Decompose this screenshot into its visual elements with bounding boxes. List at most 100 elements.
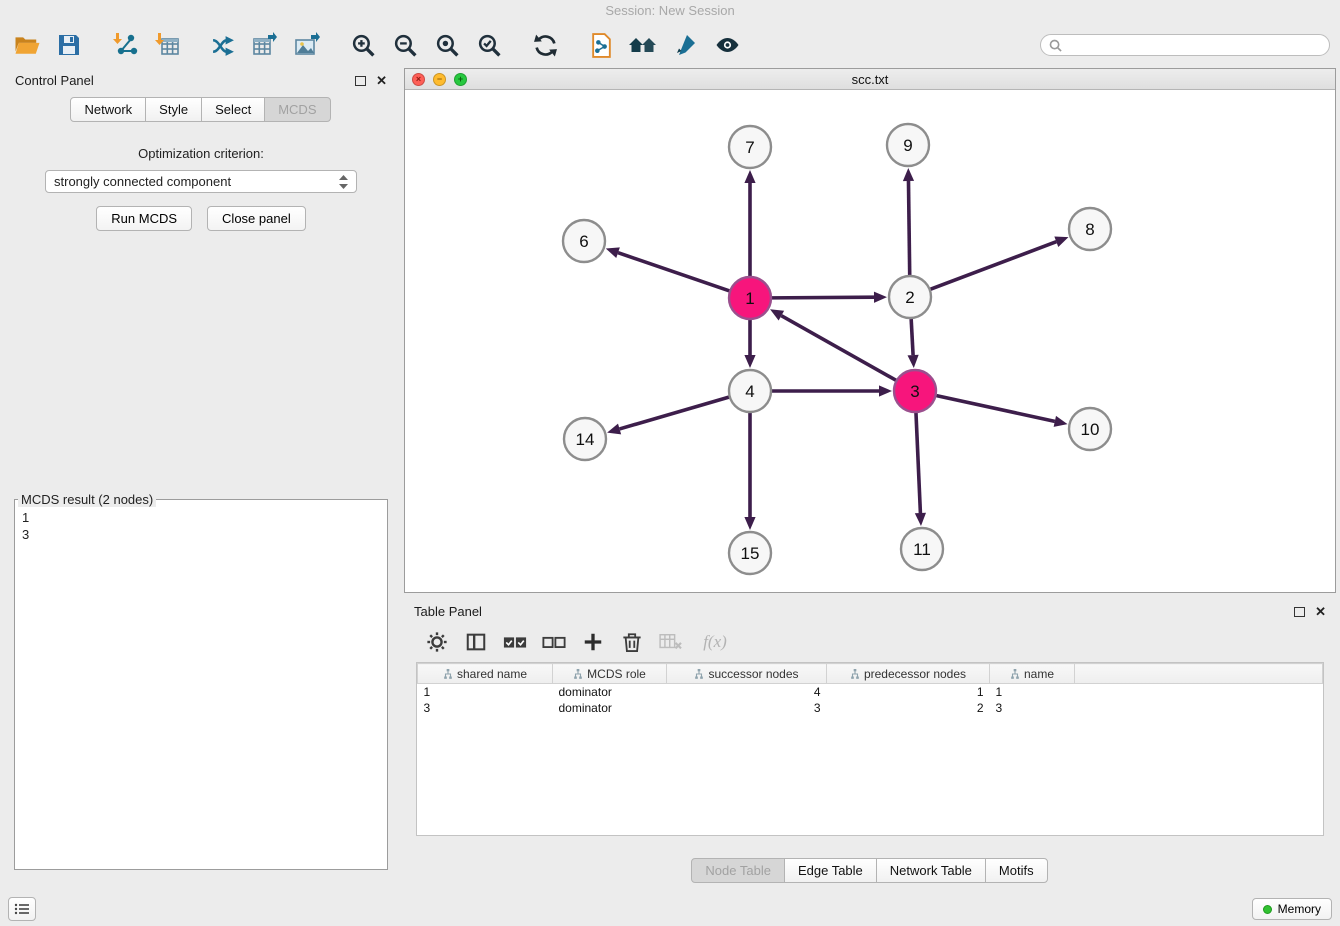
graph-edge-3-11[interactable] bbox=[915, 413, 926, 526]
graph-node-8[interactable]: 8 bbox=[1069, 208, 1111, 250]
graph-edge-4-15[interactable] bbox=[744, 413, 755, 530]
optimization-criterion-value: strongly connected component bbox=[54, 174, 339, 189]
table-row[interactable]: 3dominator323 bbox=[418, 700, 1323, 716]
graph-edge-1-7[interactable] bbox=[744, 170, 755, 276]
column-header-predecessor-nodes[interactable]: predecessor nodes bbox=[827, 664, 990, 684]
unselect-all-columns-button[interactable] bbox=[541, 629, 567, 655]
close-panel-button[interactable]: Close panel bbox=[207, 206, 306, 231]
tab-network[interactable]: Network bbox=[70, 97, 146, 122]
graph-node-15[interactable]: 15 bbox=[729, 532, 771, 574]
tab-mcds[interactable]: MCDS bbox=[264, 97, 330, 122]
search-input[interactable] bbox=[1067, 37, 1321, 53]
export-table-button[interactable] bbox=[244, 25, 286, 65]
zoom-in-button[interactable] bbox=[342, 25, 384, 65]
table-row[interactable]: 1dominator411 bbox=[418, 684, 1323, 700]
graph-edge-1-2[interactable] bbox=[772, 292, 887, 303]
show-all-button[interactable] bbox=[622, 25, 664, 65]
import-table-button[interactable] bbox=[146, 25, 188, 65]
graph-node-11[interactable]: 11 bbox=[901, 528, 943, 570]
table-tab-network-table[interactable]: Network Table bbox=[876, 858, 986, 883]
clone-network-icon bbox=[589, 33, 614, 58]
graph-node-6[interactable]: 6 bbox=[563, 220, 605, 262]
import-network-button[interactable] bbox=[104, 25, 146, 65]
svg-text:10: 10 bbox=[1081, 420, 1100, 439]
graph-node-4[interactable]: 4 bbox=[729, 370, 771, 412]
column-header-name[interactable]: name bbox=[990, 664, 1075, 684]
graph-edge-2-8[interactable] bbox=[931, 236, 1069, 289]
graph-edge-2-9[interactable] bbox=[903, 168, 914, 275]
graph-edge-1-6[interactable] bbox=[606, 247, 729, 290]
column-header-shared-name[interactable]: shared name bbox=[418, 664, 553, 684]
optimization-criterion-select[interactable]: strongly connected component bbox=[45, 170, 357, 193]
save-session-button[interactable] bbox=[48, 25, 90, 65]
run-mcds-button[interactable]: Run MCDS bbox=[96, 206, 192, 231]
table-tab-edge-table[interactable]: Edge Table bbox=[784, 858, 877, 883]
graph-node-14[interactable]: 14 bbox=[564, 418, 606, 460]
graph-node-1[interactable]: 1 bbox=[729, 277, 771, 319]
memory-status-icon bbox=[1263, 905, 1272, 914]
window-title: Session: New Session bbox=[605, 3, 734, 18]
float-table-panel-icon[interactable] bbox=[1294, 607, 1305, 617]
tab-style[interactable]: Style bbox=[145, 97, 202, 122]
style-brush-icon bbox=[673, 33, 697, 57]
select-all-columns-button[interactable] bbox=[502, 629, 528, 655]
float-panel-icon[interactable] bbox=[355, 76, 366, 86]
column-header-successor-nodes[interactable]: successor nodes bbox=[667, 664, 827, 684]
window-close-icon[interactable]: × bbox=[412, 73, 425, 86]
network-view-title: scc.txt bbox=[405, 72, 1335, 87]
export-image-icon bbox=[294, 32, 320, 58]
window-zoom-icon[interactable]: + bbox=[454, 73, 467, 86]
graph-edge-4-14[interactable] bbox=[607, 397, 729, 434]
close-panel-icon[interactable]: ✕ bbox=[376, 74, 387, 87]
graph-node-7[interactable]: 7 bbox=[729, 126, 771, 168]
new-network-button[interactable] bbox=[202, 25, 244, 65]
zoom-out-button[interactable] bbox=[384, 25, 426, 65]
eye-icon bbox=[714, 33, 741, 57]
table-panel-tabs: Node TableEdge TableNetwork TableMotifs bbox=[404, 858, 1336, 883]
table-tab-node-table[interactable]: Node Table bbox=[691, 858, 785, 883]
graph-node-9[interactable]: 9 bbox=[887, 124, 929, 166]
graph-node-10[interactable]: 10 bbox=[1069, 408, 1111, 450]
style-brush-button[interactable] bbox=[664, 25, 706, 65]
task-history-button[interactable] bbox=[8, 897, 36, 921]
memory-button[interactable]: Memory bbox=[1252, 898, 1332, 920]
table-tab-motifs[interactable]: Motifs bbox=[985, 858, 1048, 883]
open-session-button[interactable] bbox=[6, 25, 48, 65]
tab-select[interactable]: Select bbox=[201, 97, 265, 122]
zoom-selected-button[interactable] bbox=[468, 25, 510, 65]
clone-network-button[interactable] bbox=[580, 25, 622, 65]
table-panel: Table Panel ✕ bbox=[404, 599, 1336, 890]
graph-edge-2-3[interactable] bbox=[907, 319, 918, 368]
list-icon bbox=[14, 903, 30, 915]
toolbar-search[interactable] bbox=[1040, 34, 1330, 56]
control-panel-tabs: NetworkStyleSelectMCDS bbox=[5, 97, 397, 122]
close-table-panel-icon[interactable]: ✕ bbox=[1315, 605, 1326, 618]
delete-columns-button[interactable] bbox=[619, 629, 645, 655]
graph-edge-3-10[interactable] bbox=[936, 396, 1067, 427]
new-network-icon bbox=[211, 33, 236, 58]
zoom-selected-icon bbox=[477, 33, 502, 58]
columns-icon bbox=[465, 631, 487, 653]
delete-table-icon bbox=[659, 632, 683, 652]
toggle-visibility-button[interactable] bbox=[706, 25, 748, 65]
zoom-out-icon bbox=[393, 33, 418, 58]
svg-text:8: 8 bbox=[1085, 220, 1094, 239]
add-column-button[interactable] bbox=[580, 629, 606, 655]
apply-layout-button[interactable] bbox=[524, 25, 566, 65]
window-minimize-icon[interactable]: − bbox=[433, 73, 446, 86]
graph-edge-3-1[interactable] bbox=[770, 309, 896, 380]
graph-edge-4-3[interactable] bbox=[772, 385, 892, 396]
optimization-criterion-label: Optimization criterion: bbox=[5, 146, 397, 161]
graph-node-2[interactable]: 2 bbox=[889, 276, 931, 318]
network-canvas[interactable]: 7 9 6 8 1 2 4 3 14 10 15 11 bbox=[405, 90, 1335, 592]
table-settings-button[interactable] bbox=[424, 629, 450, 655]
show-column-button[interactable] bbox=[463, 629, 489, 655]
svg-text:7: 7 bbox=[745, 138, 754, 157]
graph-edge-1-4[interactable] bbox=[744, 320, 755, 368]
tree-icon bbox=[443, 669, 453, 679]
export-image-button[interactable] bbox=[286, 25, 328, 65]
graph-node-3[interactable]: 3 bbox=[894, 370, 936, 412]
zoom-fit-button[interactable] bbox=[426, 25, 468, 65]
column-header-MCDS-role[interactable]: MCDS role bbox=[553, 664, 667, 684]
trash-icon bbox=[622, 631, 642, 653]
